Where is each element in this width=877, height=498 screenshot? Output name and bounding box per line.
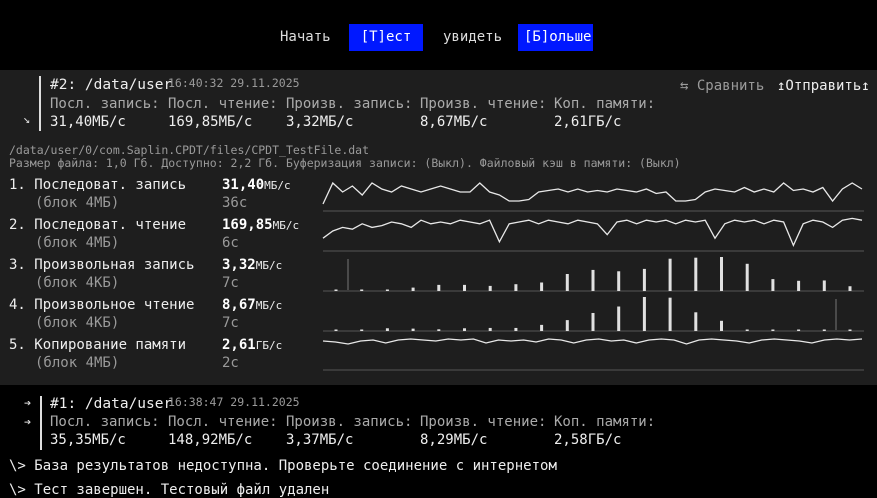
rand-read-bar (463, 328, 466, 331)
rand-write-bar (565, 274, 569, 291)
stat-label: Произв. запись: (286, 414, 413, 430)
rand-read-bar (642, 297, 646, 331)
test-charts (322, 181, 864, 371)
mem-copy-line (322, 338, 863, 345)
rand-write-bar (334, 289, 338, 291)
rand-read-bar (437, 329, 441, 331)
rand-read-bar (745, 329, 749, 331)
rand-read-bar (822, 329, 826, 331)
rand-read-bar (694, 312, 698, 331)
rand-write-bar (540, 282, 544, 291)
rand-write-bar (514, 284, 518, 291)
prev-result-title: #1: /data/user (50, 396, 173, 412)
divider (40, 396, 42, 450)
stat-value: 148,92МБ/с (168, 432, 253, 448)
stat-value: 35,35МБ/с (50, 432, 126, 448)
rand-write-bar (797, 280, 801, 291)
rand-read-bar (385, 328, 389, 331)
rand-read-bar (565, 320, 569, 331)
rand-read-bar (668, 297, 672, 331)
stat-value: 2,58ГБ/с (554, 432, 622, 448)
rand-read-bar (411, 328, 415, 331)
rand-write-bar (694, 257, 698, 291)
rand-write-bar (668, 258, 672, 291)
rand-write-bar (360, 289, 364, 291)
rand-write-bar (617, 271, 621, 291)
rand-write-bar (463, 284, 466, 291)
menu-start[interactable]: Начать (274, 24, 337, 51)
rand-write-bar (771, 279, 775, 291)
rand-read-bar (360, 329, 364, 331)
prev-result-time: 16:38:47 29.11.2025 (168, 395, 300, 409)
rand-read-bar (771, 329, 775, 331)
rand-read-bar (334, 329, 338, 331)
rand-write-bar (385, 289, 389, 291)
rand-read-bar (617, 306, 621, 331)
seq-read-line (322, 217, 863, 248)
rand-write-bar (488, 285, 492, 291)
log-line: \> Тест завершен. Тестовый файл удален (9, 482, 330, 498)
menu-more[interactable]: [Б]ольше (518, 24, 593, 51)
log-line: \> База результатов недоступна. Проверьт… (9, 458, 557, 474)
stat-label: Произв. чтение: (420, 414, 547, 430)
rand-write-bar (411, 287, 415, 291)
rand-read-bar (540, 324, 544, 331)
rand-read-bar (514, 327, 518, 331)
rand-write-bar (720, 257, 723, 291)
rand-write-bar (822, 280, 826, 291)
seq-write-line (322, 181, 863, 205)
rand-read-bar (720, 320, 723, 331)
arrow-icon: ➔ (24, 396, 32, 410)
rand-write-bar (745, 263, 749, 291)
rand-write-bar (437, 284, 441, 291)
stat-label: Посл. чтение: (168, 414, 278, 430)
arrow-icon: ➔ (24, 415, 32, 429)
stat-value: 8,29МБ/с (420, 432, 488, 448)
rand-read-bar (488, 327, 492, 331)
rand-read-bar (848, 329, 852, 331)
rand-write-bar (591, 269, 595, 291)
stat-label: Посл. запись: (50, 414, 160, 430)
rand-write-bar (848, 286, 852, 291)
stat-label: Коп. памяти: (554, 414, 656, 430)
current-result-panel: ↘ #2: /data/user 16:40:32 29.11.2025 ⇆ С… (0, 70, 877, 385)
rand-read-bar (797, 329, 801, 331)
stat-value: 3,37МБ/с (286, 432, 354, 448)
rand-read-bar (591, 312, 595, 331)
menu-test[interactable]: [Т]ест (349, 24, 423, 51)
rand-write-bar (642, 268, 646, 291)
menu-see[interactable]: увидеть (437, 24, 508, 51)
